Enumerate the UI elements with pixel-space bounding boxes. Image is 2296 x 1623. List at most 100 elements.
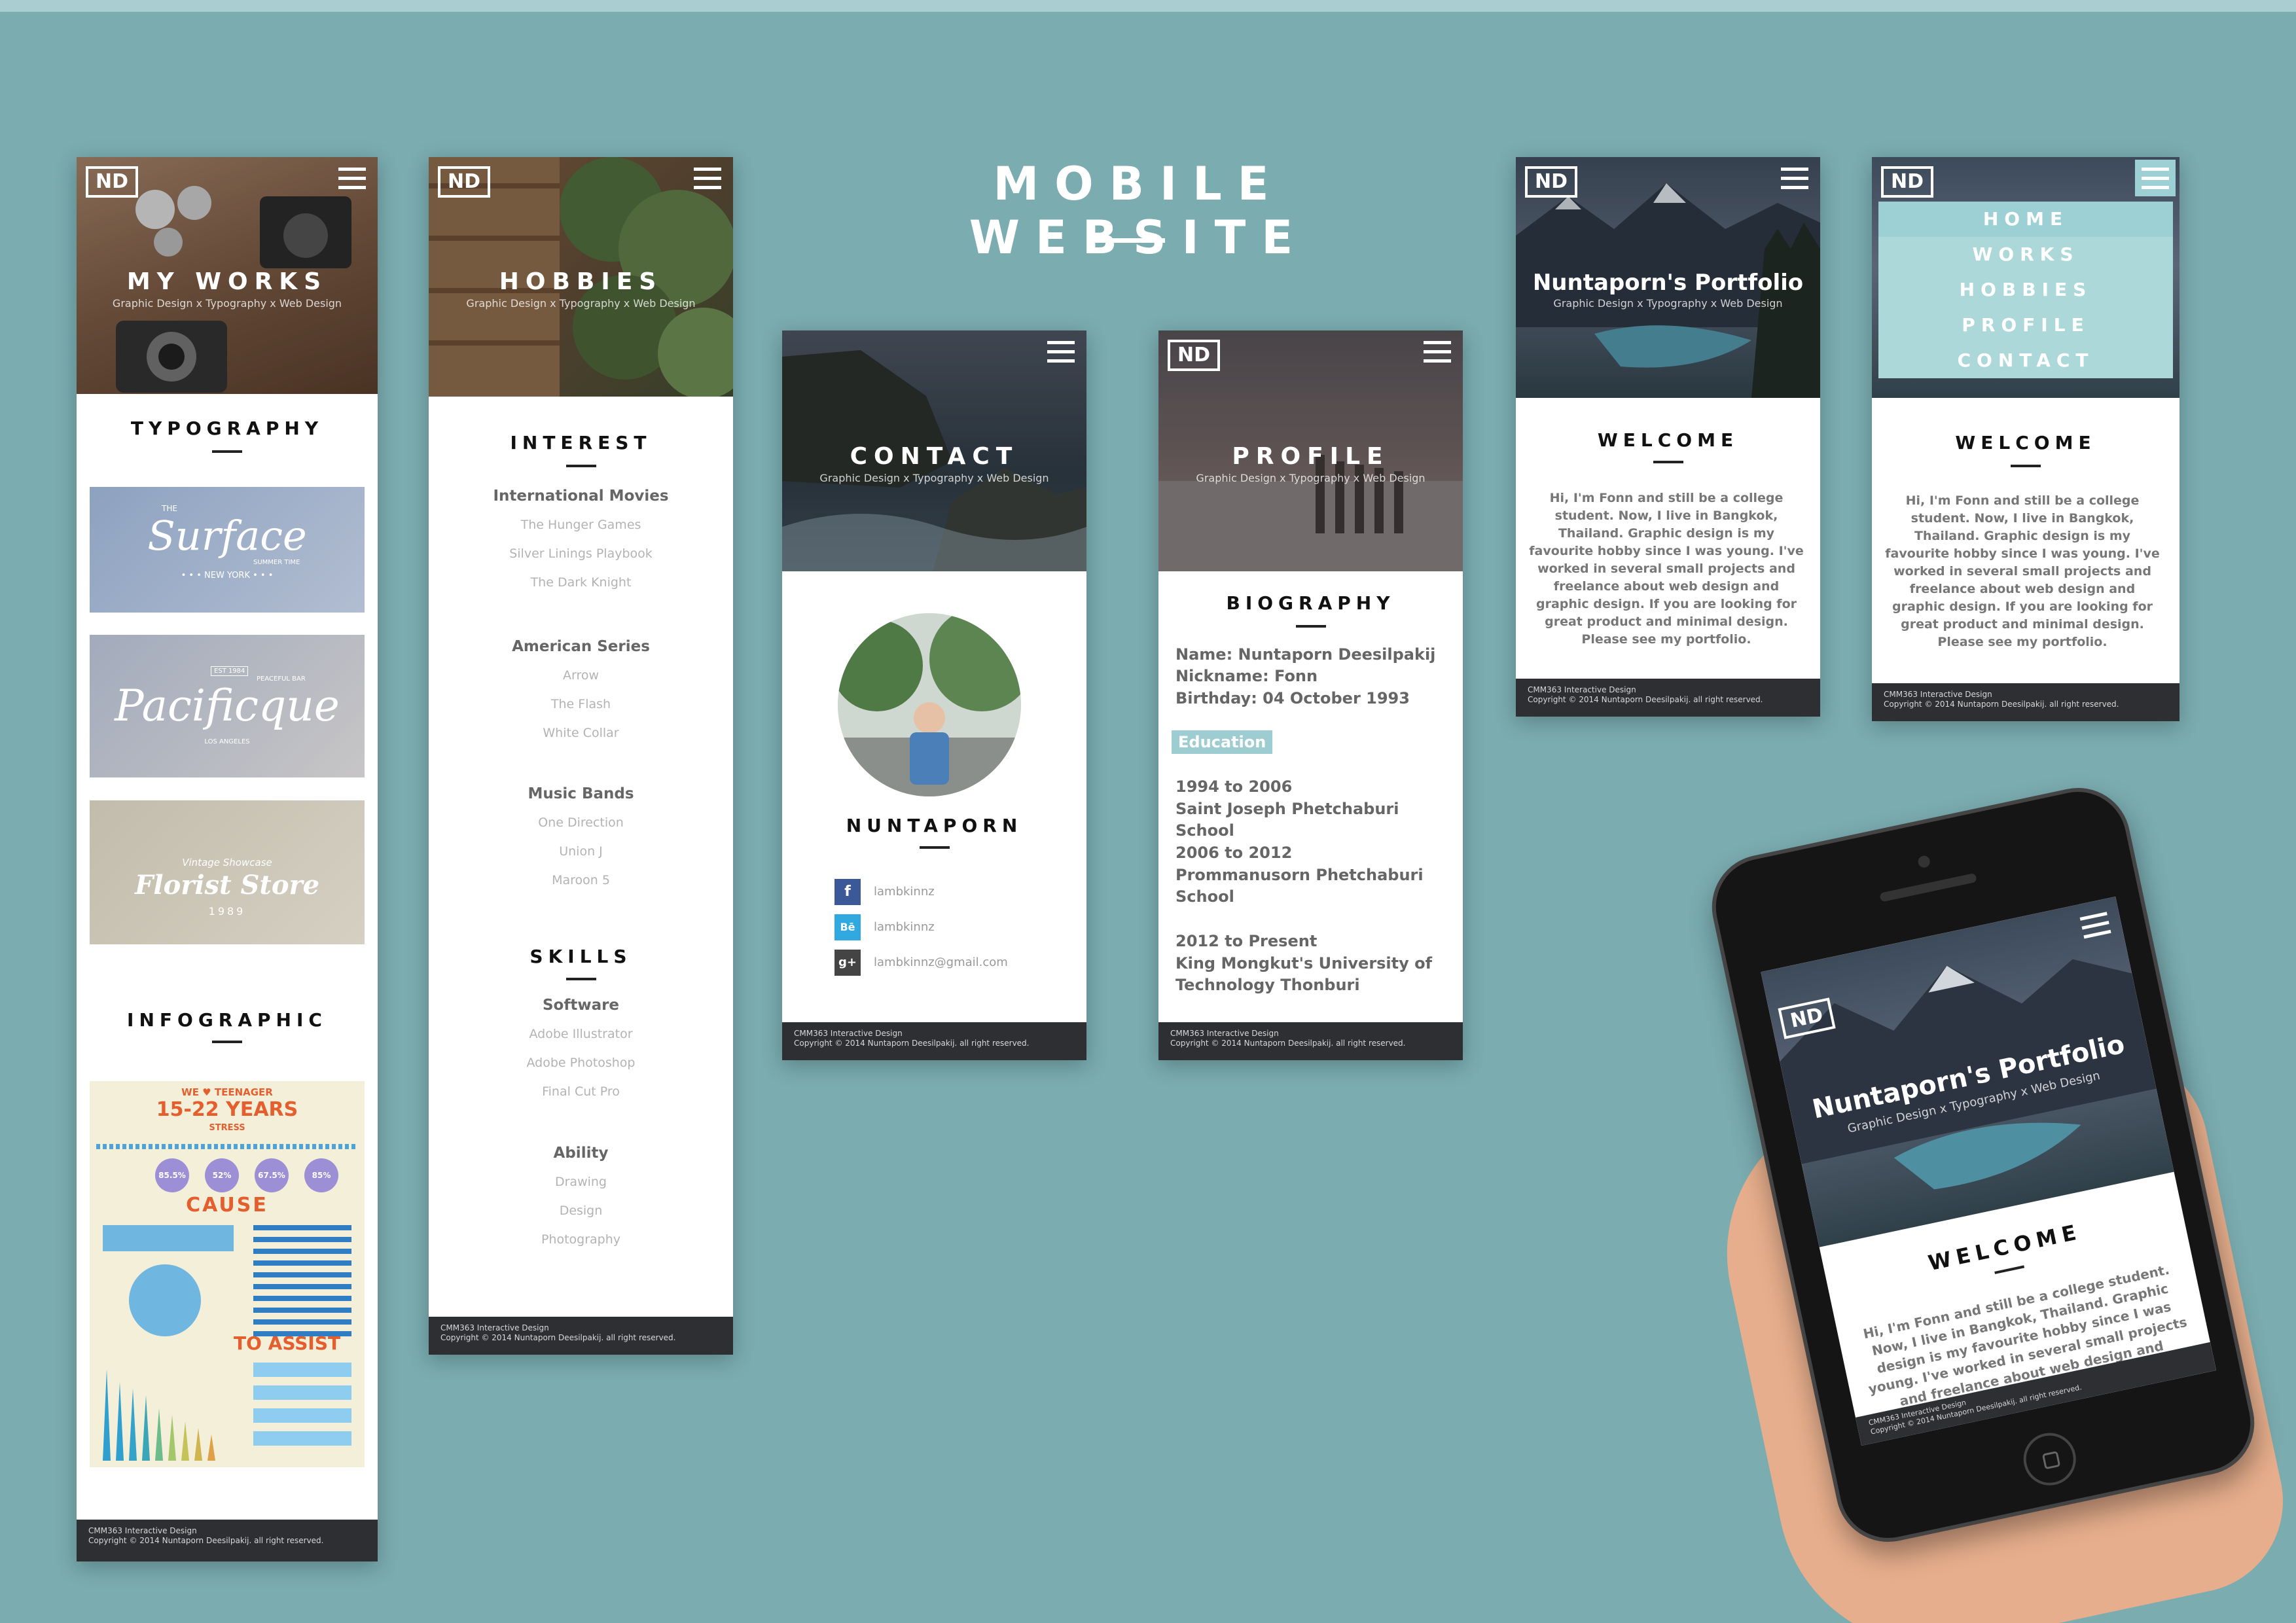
interest-group: American Series Arrow The Flash White Co… [429, 632, 733, 747]
edu-school: King Mongkut's University of Technology … [1175, 954, 1433, 994]
nd-logo[interactable]: ND [438, 166, 490, 198]
group-item: Final Cut Pro [542, 1084, 620, 1099]
hero-subtitle: Graphic Design x Typography x Web Design [112, 297, 342, 310]
front-camera [1917, 854, 1931, 869]
footer-line1: CMM363 Interactive Design [794, 1029, 903, 1038]
top-strip [0, 0, 2296, 12]
contact-screen: CONTACT Graphic Design x Typography x We… [782, 330, 1086, 1060]
menu-hero: ND HOME WORKS HOBBIES PROFILE CONTACT [1872, 157, 2179, 398]
nav-home[interactable]: HOME [1878, 202, 2173, 237]
group-item: Design [559, 1204, 603, 1218]
hamburger-menu-icon[interactable] [694, 168, 721, 190]
group-heading: Music Bands [528, 785, 634, 802]
info-cone-chart [103, 1363, 351, 1461]
bio-name: Name: Nuntaporn Deesilpakij [1175, 645, 1436, 664]
hobbies-hero: ND HOBBIES Graphic Design x Typography x… [429, 157, 733, 397]
hero-title: HOBBIES [499, 268, 663, 295]
group-heading: American Series [512, 638, 650, 655]
bio-birthday: Birthday: 04 October 1993 [1175, 689, 1410, 707]
group-item: One Direction [538, 815, 624, 830]
hamburger-menu-icon[interactable] [1047, 341, 1075, 363]
hamburger-menu-icon[interactable] [2142, 168, 2169, 190]
section-underline [920, 846, 950, 849]
hero-title: Nuntaporn's Portfolio [1532, 270, 1804, 296]
footer-line2: Copyright © 2014 Nuntaporn Deesilpakij. … [794, 1039, 1030, 1048]
pacificque-thumbnail[interactable]: EST 1984 PEACEFUL BAR Pacificque LOS ANG… [90, 635, 365, 777]
nd-logo[interactable]: ND [1881, 166, 1933, 198]
florist-store-thumbnail[interactable]: Vintage Showcase Florist Store 1989 [90, 800, 365, 944]
hero-subtitle: Graphic Design x Typography x Web Design [1196, 472, 1426, 484]
section-underline [1296, 625, 1326, 628]
infographic-heading: INFOGRAPHIC [127, 1009, 327, 1031]
hamburger-menu-icon[interactable] [338, 168, 366, 190]
google-plus-icon[interactable]: g+ [834, 950, 861, 976]
surface-thumbnail[interactable]: THE Surface SUMMER TIME • • • NEW YORK •… [90, 487, 365, 613]
welcome-heading: WELCOME [1955, 432, 2096, 454]
interest-group: Music Bands One Direction Union J Maroon… [429, 779, 733, 895]
section-underline [566, 465, 596, 467]
info-bars [253, 1225, 351, 1336]
group-item: White Collar [543, 726, 619, 740]
edu-years: 2006 to 2012 [1175, 844, 1293, 862]
group-item: Union J [559, 844, 603, 859]
section-underline [2011, 465, 2041, 467]
info-cause: CAUSE [186, 1194, 268, 1217]
hero-title: MY WORKS [126, 268, 328, 295]
site-footer: CMM363 Interactive Design Copyright © 20… [1158, 1022, 1463, 1060]
speaker-grille [1879, 872, 1977, 902]
biography-heading: BIOGRAPHY [1226, 592, 1395, 614]
group-item: The Dark Knight [530, 575, 632, 590]
site-footer: CMM363 Interactive Design Copyright © 20… [429, 1317, 733, 1355]
nd-logo[interactable]: ND [86, 166, 138, 198]
nav-hobbies[interactable]: HOBBIES [1878, 272, 2173, 308]
hero-title: PROFILE [1232, 443, 1390, 470]
info-stat-circle: 67.5% [255, 1158, 289, 1192]
device-screen: ND Nuntaporn's Portfolio Graphic Design … [1761, 897, 2217, 1446]
site-footer: CMM363 Interactive Design Copyright © 20… [782, 1022, 1086, 1060]
edu-school: Saint Joseph Phetchaburi School [1175, 800, 1399, 840]
home-button[interactable] [2018, 1428, 2081, 1491]
contact-name: NUNTAPORN [846, 815, 1023, 836]
nav-contact[interactable]: CONTACT [1878, 343, 2173, 378]
thumb-small: EST 1984 [211, 666, 249, 676]
site-footer: CMM363 Interactive Design Copyright © 20… [1872, 683, 2179, 721]
group-heading: International Movies [493, 488, 669, 505]
facebook-icon[interactable]: f [834, 879, 861, 905]
infographic-image[interactable]: WE ♥ TEENAGER 15-22 YEARS STRESS 85.5% 5… [90, 1081, 365, 1467]
edu-years: 1994 to 2006 [1175, 777, 1293, 796]
home-screen: ND Nuntaporn's Portfolio Graphic Design … [1516, 157, 1820, 717]
contact-hero: CONTACT Graphic Design x Typography x We… [782, 330, 1086, 571]
works-hero: ND MY WORKS Graphic Design x Typography … [77, 157, 378, 394]
thumb-sub: 1989 [208, 905, 246, 918]
nd-logo[interactable]: ND [1168, 340, 1220, 371]
info-stripe [96, 1144, 358, 1149]
avatar [838, 613, 1021, 796]
group-item: Adobe Illustrator [529, 1027, 633, 1041]
typography-heading: TYPOGRAPHY [130, 418, 324, 439]
behance-icon[interactable]: Bē [834, 914, 861, 940]
nav-profile[interactable]: PROFILE [1878, 308, 2173, 343]
hamburger-menu-icon[interactable] [1424, 341, 1451, 363]
thumb-tag: SUMMER TIME [253, 559, 300, 566]
thumb-sub: • • • NEW YORK • • • [181, 571, 274, 580]
menu-toggle-active[interactable] [2135, 160, 2176, 196]
nav-works[interactable]: WORKS [1878, 237, 2173, 272]
interest-heading: INTEREST [510, 432, 652, 454]
thumb-name: Surface [147, 512, 307, 560]
facebook-link[interactable]: lambkinnz [874, 885, 935, 899]
site-footer: CMM363 Interactive Design Copyright © 20… [1516, 679, 1820, 717]
home-hero: ND Nuntaporn's Portfolio Graphic Design … [1516, 157, 1820, 398]
behance-link[interactable]: lambkinnz [874, 920, 935, 934]
info-title1: WE ♥ TEENAGER [181, 1086, 273, 1098]
edu-years: 2012 to Present [1175, 932, 1318, 950]
nav-menu: HOME WORKS HOBBIES PROFILE CONTACT [1872, 196, 2179, 390]
email-link[interactable]: lambkinnz@gmail.com [874, 955, 1008, 969]
info-pie [129, 1264, 201, 1336]
info-title3: STRESS [209, 1123, 245, 1133]
nd-logo[interactable]: ND [1525, 166, 1577, 198]
section-underline [1653, 461, 1683, 463]
info-stat-circle: 52% [205, 1158, 239, 1192]
hamburger-menu-icon[interactable] [1781, 168, 1808, 190]
edu-school: Prommanusorn Phetchaburi School [1175, 866, 1424, 906]
title-underline [1089, 238, 1165, 243]
